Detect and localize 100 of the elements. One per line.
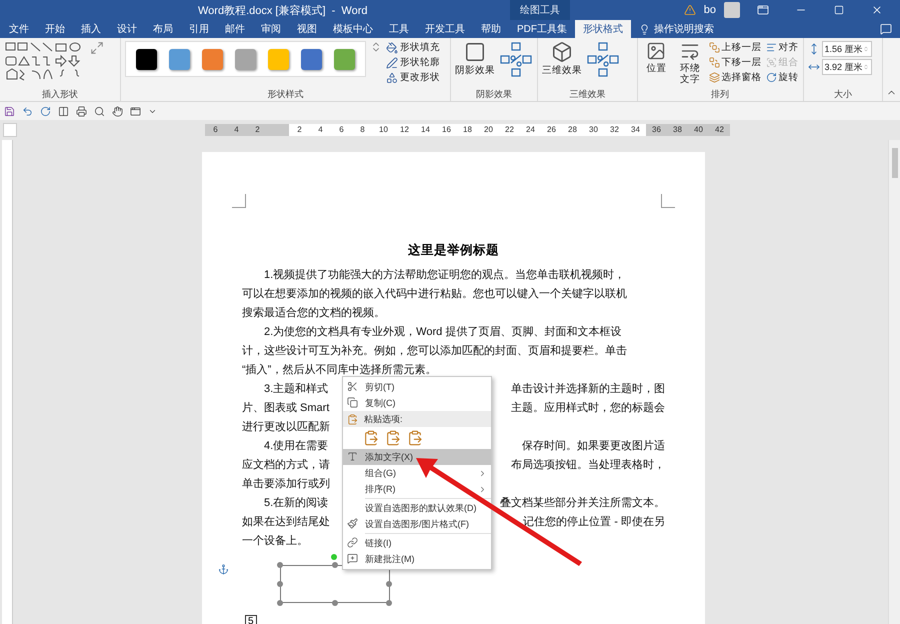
ribbon-tab[interactable]: 引用 [181, 20, 217, 38]
margin-mark [661, 194, 675, 208]
ribbon-tab[interactable]: 工具 [381, 20, 417, 38]
style-swatch[interactable] [268, 48, 290, 70]
ribbon-tab[interactable]: 设计 [109, 20, 145, 38]
ribbon-tab[interactable]: 形状格式 [575, 20, 631, 38]
arrange-button[interactable]: 环绕文字 [675, 41, 705, 85]
menu-item[interactable]: 添加文字(X) [343, 449, 491, 465]
ribbon-command[interactable]: 旋转 [766, 71, 799, 84]
ribbon-command[interactable]: 下移一层 [708, 56, 762, 69]
scissors-icon [347, 381, 358, 392]
paste-option-icon[interactable] [407, 430, 423, 446]
ribbon-command[interactable]: 选择窗格 [708, 71, 762, 84]
ribbon-command[interactable]: 形状轮廓 [386, 56, 440, 69]
cube-icon [551, 41, 574, 63]
text-line: 2.为使您的文档具有专业外观，Word 提供了页眉、页脚、封面和文本框设 [263, 324, 622, 340]
text-line: 一个设备上。 [242, 534, 308, 549]
window-icon[interactable] [130, 106, 141, 116]
text-line: “插入”，然后从不同库中选择所需元素。 [242, 362, 436, 378]
preview-icon[interactable] [94, 106, 105, 116]
effect-button[interactable]: 三维效果 [542, 41, 582, 76]
comment-icon[interactable] [880, 23, 892, 35]
resize-handle[interactable] [386, 600, 392, 606]
ruler-number: 42 [714, 124, 725, 136]
group-label: 插入形状 [41, 88, 80, 101]
menu-item[interactable]: 设置自选图形的默认效果(D) [343, 500, 491, 516]
text-line: 计，这些设计可互为补充。例如，您可以添加匹配的封面、页眉和提要栏。单击 [242, 344, 627, 359]
ruler-number: 12 [399, 124, 410, 136]
ruler-number: 34 [630, 124, 641, 136]
shapes-icon [386, 72, 398, 84]
ribbon-tab[interactable]: 布局 [145, 20, 181, 38]
arrange-button[interactable]: 位置 [642, 41, 672, 74]
text-line: 5.在新的阅读 [263, 496, 330, 511]
save-icon[interactable] [4, 106, 15, 116]
paste-option-icon[interactable] [363, 430, 379, 446]
maximize-icon[interactable] [834, 5, 844, 15]
effect-button[interactable]: 阴影效果 [454, 41, 495, 76]
paint-bucket-icon [386, 42, 398, 54]
menu-item[interactable]: 链接(I) [343, 535, 491, 551]
style-swatch[interactable] [202, 48, 224, 70]
text-line: 主题。应用样式时，您的标题会 [511, 400, 665, 416]
ruler-number: 2 [254, 124, 261, 136]
new-comment-icon [347, 553, 358, 564]
ribbon-tab[interactable]: 邮件 [217, 20, 253, 38]
menu-item[interactable]: 排序(R) [343, 481, 491, 497]
ribbon-tab[interactable]: 视图 [289, 20, 325, 38]
style-swatch[interactable] [136, 48, 158, 70]
menu-item[interactable]: 组合(G) [343, 465, 491, 481]
rotate-icon [766, 72, 777, 83]
menu-item[interactable]: 剪切(T) [343, 379, 491, 395]
ruler-number: 32 [609, 124, 620, 136]
tell-me-search[interactable]: 操作说明搜索 [631, 20, 722, 38]
resize-handle[interactable] [332, 562, 338, 568]
columns-icon[interactable] [58, 106, 69, 116]
ruler-number: 16 [441, 124, 452, 136]
window-title: Word教程.docx [兼容模式] - Word [198, 4, 369, 18]
style-swatch[interactable] [169, 48, 190, 70]
lightbulb-icon [639, 24, 650, 34]
undo-icon[interactable] [22, 106, 33, 116]
ribbon-tab[interactable]: PDF工具集 [509, 20, 575, 38]
paste-option-icon[interactable] [385, 430, 401, 446]
style-swatch[interactable] [334, 48, 356, 70]
print-icon[interactable] [76, 106, 87, 116]
resize-handle[interactable] [277, 562, 283, 568]
ribbon-tab[interactable]: 文件 [1, 20, 37, 38]
rotation-handle[interactable] [331, 554, 337, 560]
warning-icon[interactable] [684, 4, 696, 16]
resize-handle[interactable] [386, 581, 392, 587]
text-line: 搜索最适合您的文档的视频。 [242, 306, 385, 321]
ribbon-command[interactable]: 对齐 [766, 41, 799, 54]
hand-icon[interactable] [112, 106, 123, 116]
ribbon-tab[interactable]: 开始 [37, 20, 73, 38]
group-label: 形状样式 [266, 88, 304, 101]
ribbon-display-icon[interactable] [757, 4, 769, 16]
ribbon-tab[interactable]: 帮助 [473, 20, 509, 38]
ribbon-command[interactable]: 形状填充 [386, 41, 440, 54]
ribbon-tab[interactable]: 模板中心 [325, 20, 381, 38]
resize-handle[interactable] [332, 600, 338, 606]
ruler-number: 24 [525, 124, 536, 136]
ribbon-command[interactable]: 更改形状 [386, 71, 440, 84]
style-swatch[interactable] [301, 48, 322, 70]
resize-handle[interactable] [277, 600, 283, 606]
ruler-number: 22 [504, 124, 515, 136]
user-name[interactable]: bo [704, 4, 716, 16]
close-icon[interactable] [871, 4, 883, 16]
menu-item[interactable]: 复制(C) [343, 395, 491, 411]
ruler-number: 4 [317, 124, 324, 136]
ribbon-tab[interactable]: 插入 [73, 20, 109, 38]
menu-item[interactable]: 设置自选图形/图片格式(F) [343, 516, 491, 532]
ribbon-tab[interactable]: 审阅 [253, 20, 289, 38]
text-line: 可以在想要添加的视频的嵌入代码中进行粘贴。您也可以键入一个关键字以联机 [242, 286, 627, 302]
ribbon-tab[interactable]: 开发工具 [417, 20, 473, 38]
size-field[interactable]: 3.92 厘米 [822, 59, 872, 75]
resize-handle[interactable] [277, 581, 283, 587]
ribbon-command[interactable]: 上移一层 [708, 41, 762, 54]
menu-item[interactable]: 新建批注(M) [343, 551, 491, 567]
size-field[interactable]: 1.56 厘米 [822, 41, 872, 57]
style-swatch[interactable] [235, 48, 256, 70]
vertical-scrollbar[interactable] [888, 140, 900, 624]
redo-icon[interactable] [40, 106, 51, 116]
